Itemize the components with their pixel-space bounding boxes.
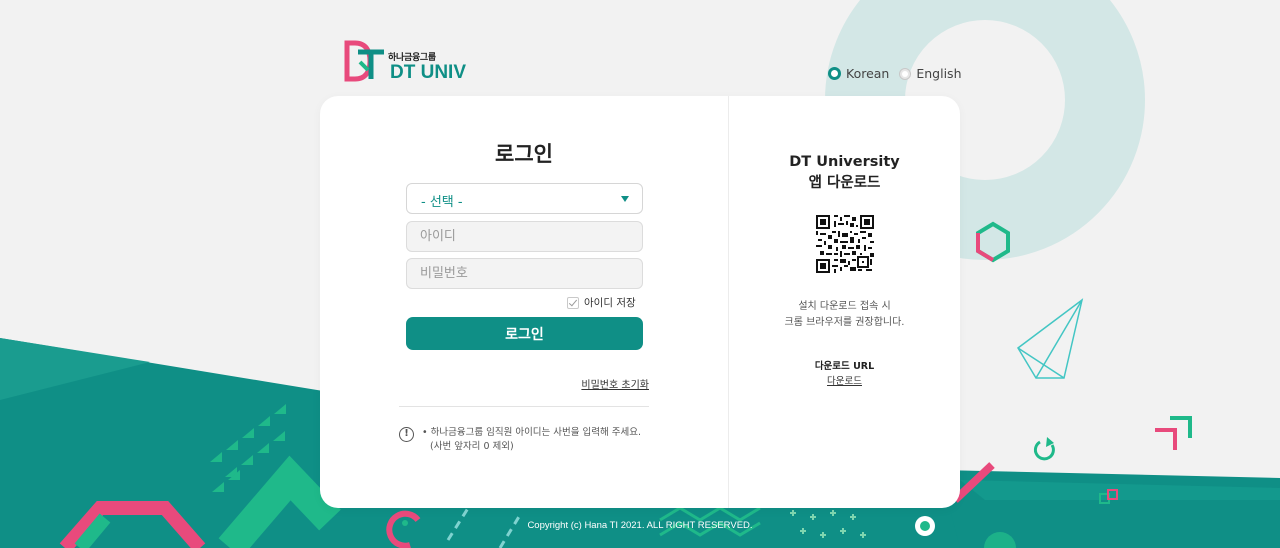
- save-id-label: 아이디 저장: [584, 297, 636, 309]
- notice-line: (사번 앞자리 0 제외): [430, 441, 514, 452]
- language-selector: Korean English: [828, 66, 972, 81]
- language-option-english[interactable]: English: [899, 66, 962, 81]
- login-title: 로그인: [495, 142, 553, 166]
- login-button[interactable]: 로그인: [406, 317, 643, 350]
- checkbox-check-icon[interactable]: [567, 296, 579, 309]
- download-url-label: 다운로드 URL: [814, 361, 875, 372]
- section-divider: [399, 406, 649, 407]
- dt-logo-icon: [344, 40, 384, 82]
- brand-name: DT UNIV: [390, 62, 466, 83]
- save-id-checkbox[interactable]: 아이디 저장: [567, 295, 636, 310]
- language-option-korean[interactable]: Korean: [828, 66, 889, 81]
- app-download-title: DT University 앱 다운로드: [729, 152, 960, 194]
- download-link[interactable]: 다운로드: [729, 373, 960, 387]
- language-label: Korean: [846, 66, 890, 81]
- desc-line: 크롬 브라우저를 권장합니다.: [784, 317, 905, 328]
- login-card: 로그인 - 선택 - 아이디 저장 로그인 비밀번호 초기화 ! • 하나금융그…: [320, 96, 960, 508]
- id-input[interactable]: [406, 221, 643, 252]
- desc-line: 설치 다운로드 접속 시: [798, 301, 891, 312]
- copyright-text: Copyright (c) Hana TI 2021. ALL RIGHT RE…: [527, 520, 753, 531]
- qr-code-icon: [816, 215, 874, 273]
- app-title-line: 앱 다운로드: [808, 175, 881, 191]
- notice-line: • 하나금융그룹 임직원 아이디는 사번을 입력해 주세요.: [422, 427, 642, 438]
- dt-univ-logo[interactable]: 하나금융그룹 DT UNIV: [344, 40, 474, 84]
- app-download-description: 설치 다운로드 접속 시 크롬 브라우저를 권장합니다.: [729, 299, 960, 331]
- radio-selected-icon[interactable]: [828, 67, 841, 80]
- app-title-line: DT University: [789, 154, 900, 170]
- language-label: English: [916, 66, 962, 81]
- radio-unselected-icon[interactable]: [899, 67, 912, 80]
- select-value: - 선택 -: [421, 195, 463, 210]
- reset-password-link[interactable]: 비밀번호 초기화: [581, 376, 649, 391]
- exclamation-info-icon: !: [399, 427, 414, 442]
- password-input[interactable]: [406, 258, 643, 289]
- company-select[interactable]: - 선택 -: [406, 183, 643, 214]
- caret-down-icon: [621, 196, 629, 202]
